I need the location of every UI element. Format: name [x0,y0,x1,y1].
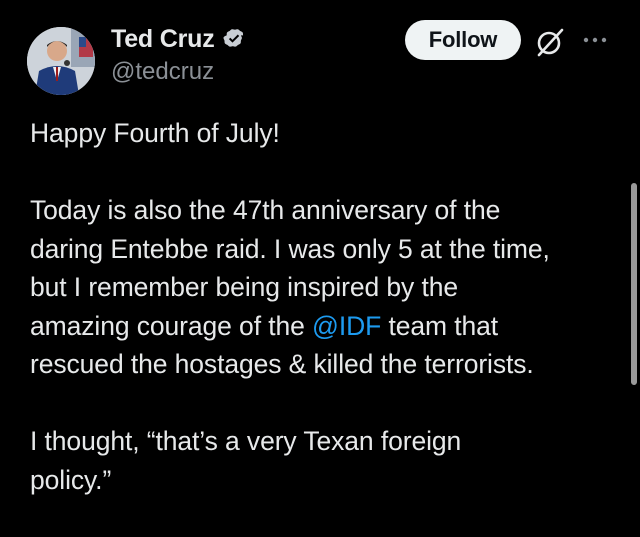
grok-icon[interactable] [534,26,566,58]
tweet-text-segment: team that [381,310,499,341]
tweet-line: but I remember being inspired by the [30,272,458,302]
verified-badge-icon[interactable] [221,26,247,52]
scrollbar[interactable] [631,183,637,385]
avatar[interactable] [27,27,95,95]
tweet-header: Ted Cruz @tedcruz Follow [0,0,640,100]
author-display-name[interactable]: Ted Cruz [111,25,215,54]
tweet-line: amazing courage of the @IDF team that [30,307,620,346]
tweet-line: policy.” [30,464,112,495]
follow-button[interactable]: Follow [405,20,521,60]
tweet-line: Today is also the 47th anniversary of th… [30,195,501,225]
tweet-line: daring Entebbe raid. I was only 5 at the… [30,233,550,264]
author-handle[interactable]: @tedcruz [111,58,247,86]
more-options-icon[interactable] [582,32,608,48]
tweet-line: rescued the hostages & killed the terror… [30,349,534,379]
tweet-body: Happy Fourth of July! Today is also the … [30,114,620,499]
idf-mention-link[interactable]: @IDF [312,311,381,341]
tweet-text-segment: amazing courage of the [30,310,313,341]
name-row: Ted Cruz [111,22,247,56]
avatar-image [27,27,95,95]
author-block[interactable]: Ted Cruz @tedcruz [111,22,247,86]
tweet-line: Happy Fourth of July! [30,118,280,148]
tweet-line: I thought, “that’s a very Texan foreign [30,426,462,456]
